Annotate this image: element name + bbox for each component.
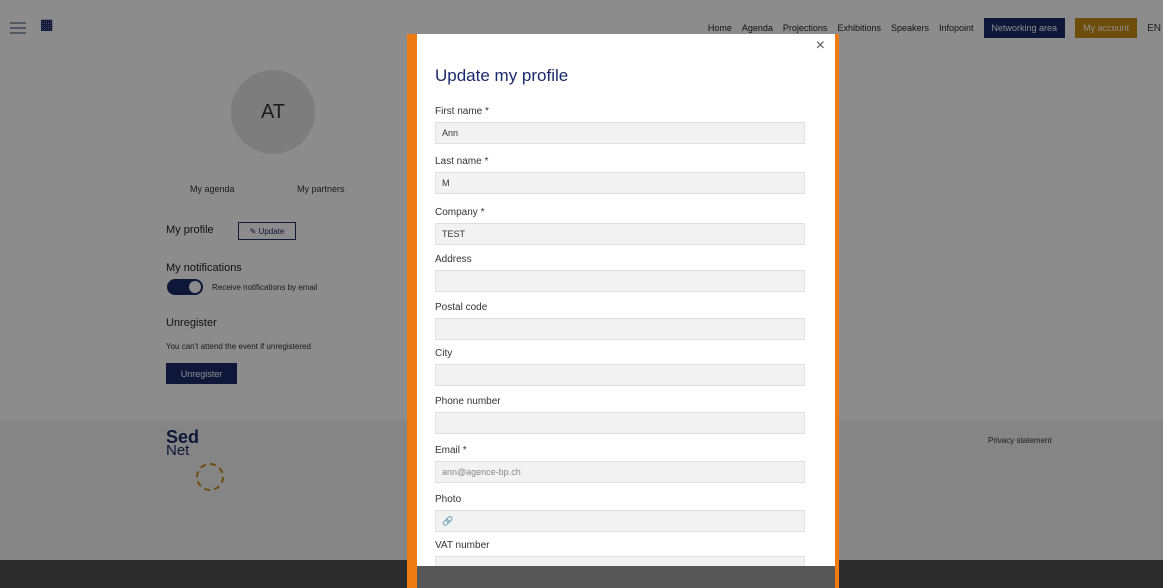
photo-field: Photo 🔗 xyxy=(435,494,807,532)
modal-footer-bar xyxy=(417,566,835,588)
phone-number-input[interactable] xyxy=(435,412,805,434)
city-input[interactable] xyxy=(435,364,805,386)
last-name-field: Last name * M xyxy=(435,156,807,194)
address-label: Address xyxy=(435,254,472,265)
first-name-input[interactable]: Ann xyxy=(435,122,805,144)
company-label: Company * xyxy=(435,207,485,218)
last-name-label: Last name * xyxy=(435,156,489,167)
address-field: Address xyxy=(435,254,807,292)
close-icon[interactable]: × xyxy=(816,38,825,54)
update-profile-modal: × Update my profile First name * Ann Las… xyxy=(417,34,835,566)
vat-number-label: VAT number xyxy=(435,540,490,551)
first-name-field: First name * Ann xyxy=(435,106,807,144)
first-name-label: First name * xyxy=(435,106,489,117)
address-input[interactable] xyxy=(435,270,805,292)
email-label: Email * xyxy=(435,445,467,456)
photo-input[interactable]: 🔗 xyxy=(435,510,805,532)
city-label: City xyxy=(435,348,453,359)
company-input[interactable]: TEST xyxy=(435,223,805,245)
email-input: ann@agence-bp.ch xyxy=(435,461,805,483)
postal-code-field: Postal code xyxy=(435,302,807,340)
vat-number-field: VAT number xyxy=(435,540,807,566)
vat-number-input[interactable] xyxy=(435,556,805,566)
phone-number-label: Phone number xyxy=(435,396,501,407)
photo-label: Photo xyxy=(435,494,462,505)
email-field: Email * ann@agence-bp.ch xyxy=(435,445,807,483)
phone-number-field: Phone number xyxy=(435,396,807,434)
city-field: City xyxy=(435,348,807,386)
company-field: Company * TEST xyxy=(435,207,807,245)
postal-code-input[interactable] xyxy=(435,318,805,340)
last-name-input[interactable]: M xyxy=(435,172,805,194)
postal-code-label: Postal code xyxy=(435,302,488,313)
modal-title: Update my profile xyxy=(435,66,569,85)
